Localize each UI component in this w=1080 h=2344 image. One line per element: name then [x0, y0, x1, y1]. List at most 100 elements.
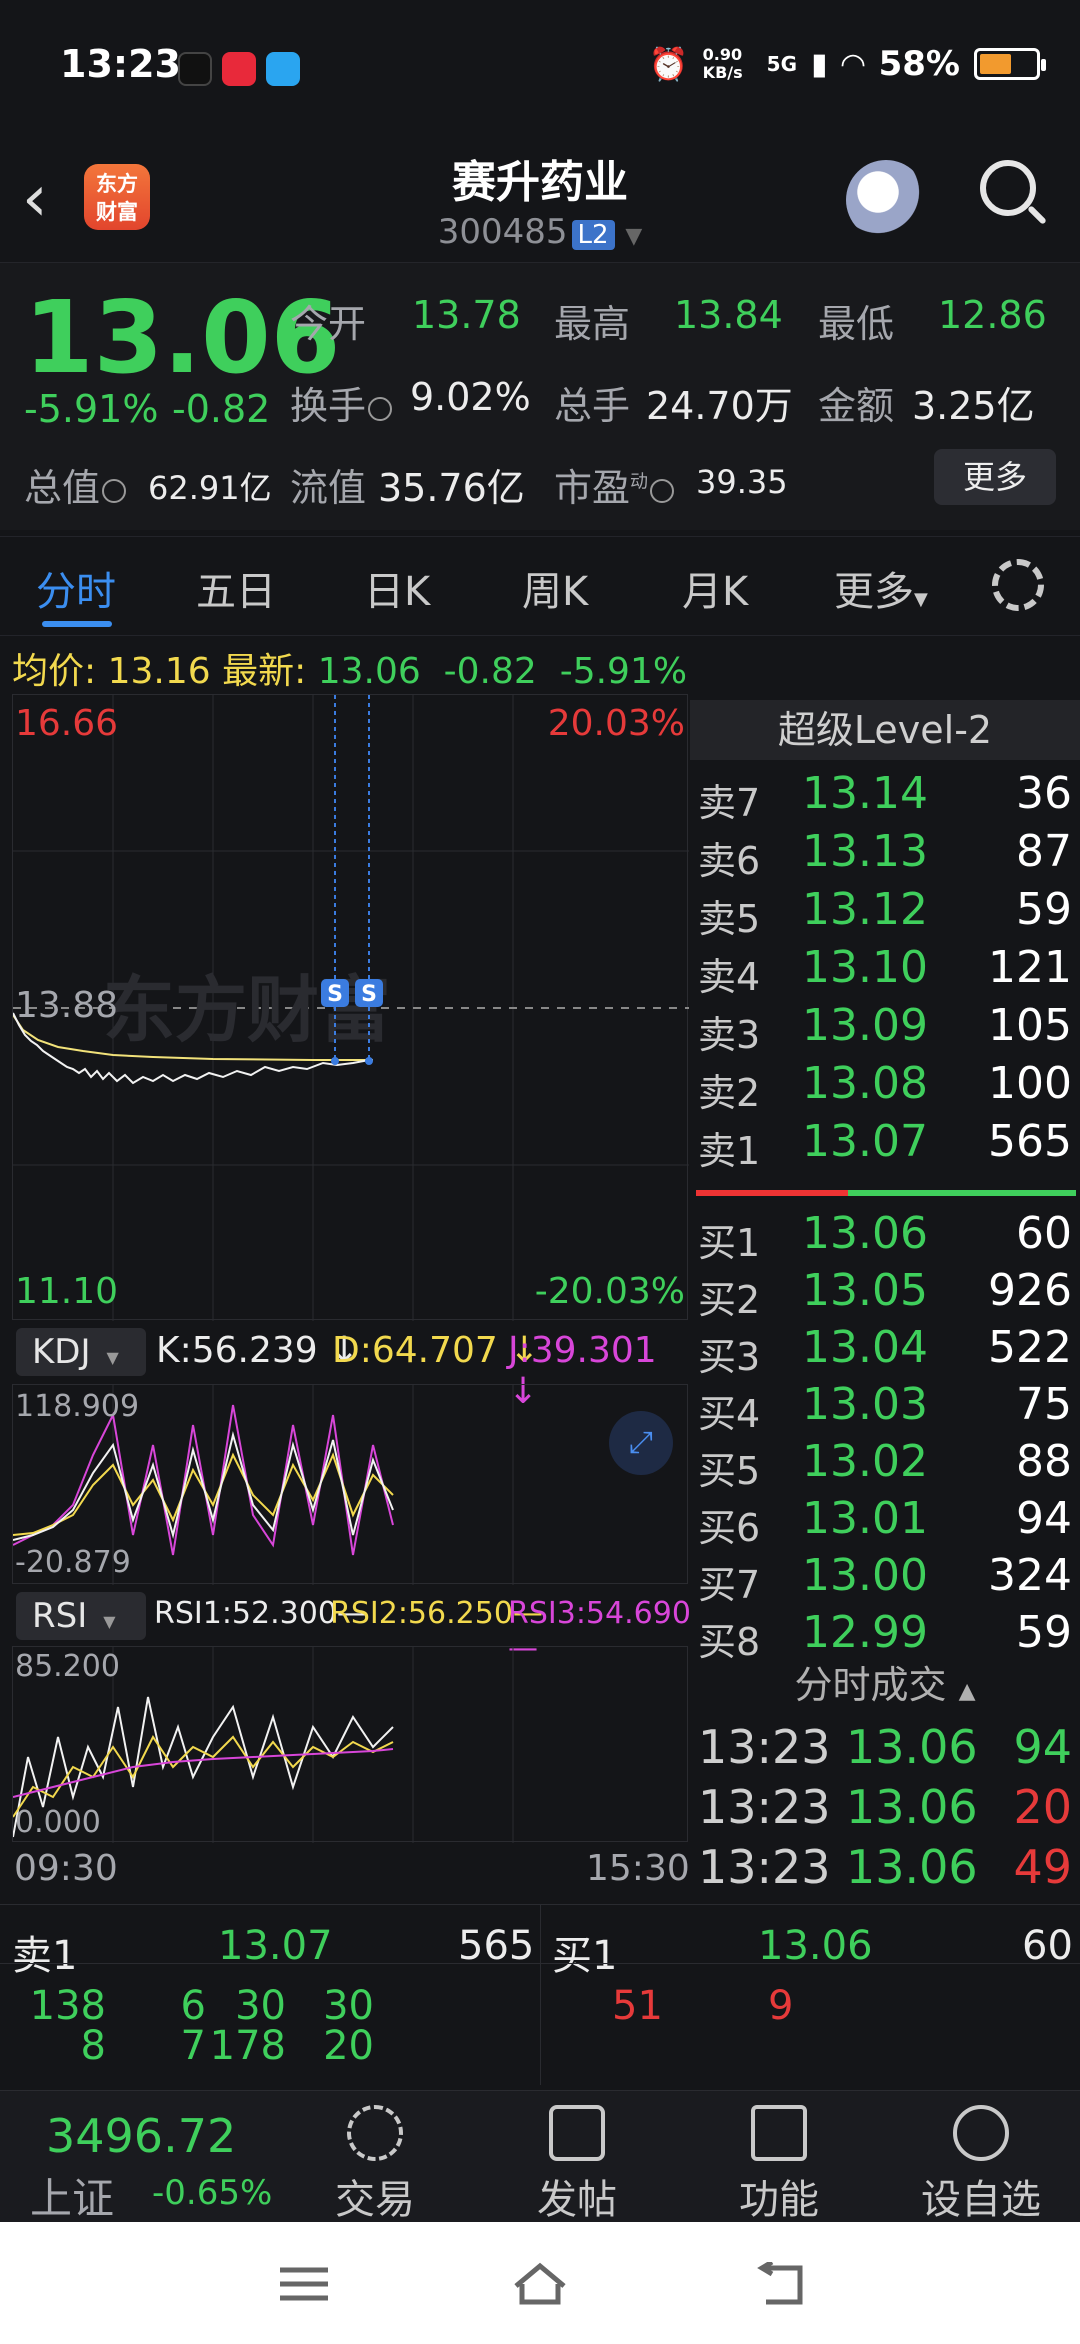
bid-vol: 926	[988, 1265, 1072, 1316]
queue-strip: 卖1 13.07 565 买1 13.06 60 138 6 30 30 8 7 178 20…	[0, 1904, 1080, 2085]
bid-price: 13.04	[802, 1322, 928, 1373]
stock-header: ‹ 东方 财富 赛升药业 300485 L2 ▼	[0, 120, 1080, 260]
watermark: 东方财富	[103, 968, 391, 1052]
bid-level: 买6	[698, 1506, 761, 1550]
bid-level: 买5	[698, 1449, 761, 1493]
active-tab-indicator	[42, 621, 112, 627]
tab-daily-k[interactable]: 日K	[364, 559, 430, 617]
edit-icon	[549, 2105, 605, 2161]
latest-change: -0.82	[443, 651, 537, 692]
ask-row[interactable]: 卖5 13.12 59	[690, 884, 1080, 941]
tick-price: 13.06	[846, 1780, 978, 1834]
kdj-selector[interactable]: KDJ ▼	[16, 1328, 146, 1376]
bid-row[interactable]: 买1 13.06 60	[690, 1208, 1080, 1265]
time-start: 09:30	[14, 1848, 118, 1889]
nav-functions[interactable]: 功能	[704, 2105, 854, 2225]
ask-row[interactable]: 卖3 13.09 105	[690, 1000, 1080, 1057]
kdj-chart[interactable]: 118.909 -20.879 ⤢	[12, 1384, 688, 1585]
bid-queue-item: 9	[768, 1983, 794, 2029]
tab-more-label: 更多	[834, 569, 914, 615]
ticks-header[interactable]: 分时成交 ▲	[690, 1654, 1080, 1709]
more-button[interactable]: 更多	[934, 449, 1056, 505]
mktcap-label-text: 总值	[24, 466, 101, 510]
ask-row[interactable]: 卖6 13.13 87	[690, 826, 1080, 883]
system-nav	[0, 2222, 1080, 2344]
tab-monthly-k[interactable]: 月K	[682, 559, 748, 617]
amount-label: 金额	[818, 384, 895, 428]
pe-label-text: 市盈	[554, 466, 631, 510]
caret-up-icon: ▲	[958, 1679, 976, 1704]
ask-row[interactable]: 卖1 13.07 565	[690, 1116, 1080, 1173]
bid-vol: 94	[1016, 1493, 1072, 1544]
rsi-chart[interactable]: 85.200 0.000	[12, 1646, 688, 1843]
bid-price: 13.02	[802, 1436, 928, 1487]
home-icon[interactable]	[510, 2262, 570, 2306]
bid-row[interactable]: 买3 13.04 522	[690, 1322, 1080, 1379]
volume-value: 24.70万	[646, 384, 793, 428]
quote-panel: 13.06 -5.91% -0.82 今开 13.78 最高 13.84 最低 …	[0, 262, 1080, 530]
marker-label-1: S	[327, 982, 343, 1007]
bid-row[interactable]: 买2 13.05 926	[690, 1265, 1080, 1322]
info-icon[interactable]	[368, 396, 393, 421]
bid-price: 13.00	[802, 1550, 928, 1601]
index-value[interactable]: 3496.72	[46, 2109, 236, 2163]
strip-divider	[540, 1905, 541, 2085]
intraday-chart[interactable]: 东方财富 S S 16.66 20.03% 13.88 11.10 -20.03…	[12, 694, 689, 1321]
avg-price-line: 均价: 13.16 最新: 13.06 -0.82 -5.91%	[12, 642, 687, 694]
ask-row[interactable]: 卖2 13.08 100	[690, 1058, 1080, 1115]
bid-vol: 75	[1016, 1379, 1072, 1430]
nav-watchlist[interactable]: 设自选	[906, 2105, 1056, 2225]
battery-icon	[974, 48, 1046, 80]
tick-time: 13:23	[698, 1720, 831, 1774]
ask-queue-item: 7	[180, 2023, 206, 2069]
index-name[interactable]: 上证	[30, 2165, 114, 2226]
bid-row[interactable]: 买6 13.01 94	[690, 1493, 1080, 1550]
tick-time: 13:23	[698, 1780, 831, 1834]
strip-ask-label: 卖1	[12, 1933, 78, 1979]
ask-level: 卖5	[698, 897, 761, 941]
ask-row[interactable]: 卖7 13.14 36	[690, 768, 1080, 825]
mktcap-label: 总值	[24, 457, 128, 512]
menu-icon[interactable]	[276, 2262, 336, 2306]
tick-price: 13.06	[846, 1720, 978, 1774]
latest-pct: -5.91%	[559, 651, 688, 692]
tab-weekly-k[interactable]: 周K	[522, 559, 588, 617]
wifi-icon: ◠	[841, 46, 865, 82]
rsi-min: 0.000	[15, 1805, 101, 1840]
nav-trade[interactable]: 交易	[300, 2105, 450, 2225]
bid-row[interactable]: 买7 13.00 324	[690, 1550, 1080, 1607]
bid-price: 13.01	[802, 1493, 928, 1544]
tab-5day[interactable]: 五日	[196, 559, 276, 617]
signal-icon: ▮	[811, 46, 828, 82]
tiktok-icon	[178, 52, 212, 86]
bid-queue-item: 51	[612, 1983, 663, 2029]
kdj-label: KDJ	[32, 1332, 91, 1372]
change-value: -0.82	[172, 387, 271, 431]
ticks-title: 分时成交	[794, 1663, 947, 1707]
strip-bid-label: 买1	[552, 1933, 618, 1979]
ask-vol: 565	[988, 1116, 1072, 1167]
index-pct[interactable]: -0.65%	[152, 2173, 272, 2213]
bid-row[interactable]: 买5 13.02 88	[690, 1436, 1080, 1493]
search-icon[interactable]	[980, 160, 1036, 216]
bid-row[interactable]: 买4 13.03 75	[690, 1379, 1080, 1436]
pe-label: 市盈动	[554, 457, 676, 512]
level2-title[interactable]: 超级Level-2	[690, 700, 1080, 760]
latest-label: 最新:	[222, 651, 307, 692]
bid-price: 13.05	[802, 1265, 928, 1316]
app-red-icon	[222, 52, 256, 86]
tab-intraday[interactable]: 分时	[36, 559, 116, 617]
gear-icon[interactable]	[992, 559, 1044, 611]
expand-icon[interactable]: ⤢	[609, 1411, 673, 1475]
info-icon[interactable]	[102, 478, 127, 503]
latest-value: 13.06	[317, 651, 421, 692]
tab-more[interactable]: 更多▼	[834, 559, 928, 617]
info-icon[interactable]	[650, 478, 675, 503]
rsi-selector[interactable]: RSI ▼	[16, 1592, 146, 1640]
robot-assistant-icon[interactable]	[846, 160, 926, 240]
nav-post[interactable]: 发帖	[502, 2105, 652, 2225]
back-icon[interactable]	[752, 2259, 812, 2306]
amount-value: 3.25亿	[912, 384, 1035, 428]
ask-row[interactable]: 卖4 13.10 121	[690, 942, 1080, 999]
ask-bid-divider	[696, 1190, 1076, 1196]
